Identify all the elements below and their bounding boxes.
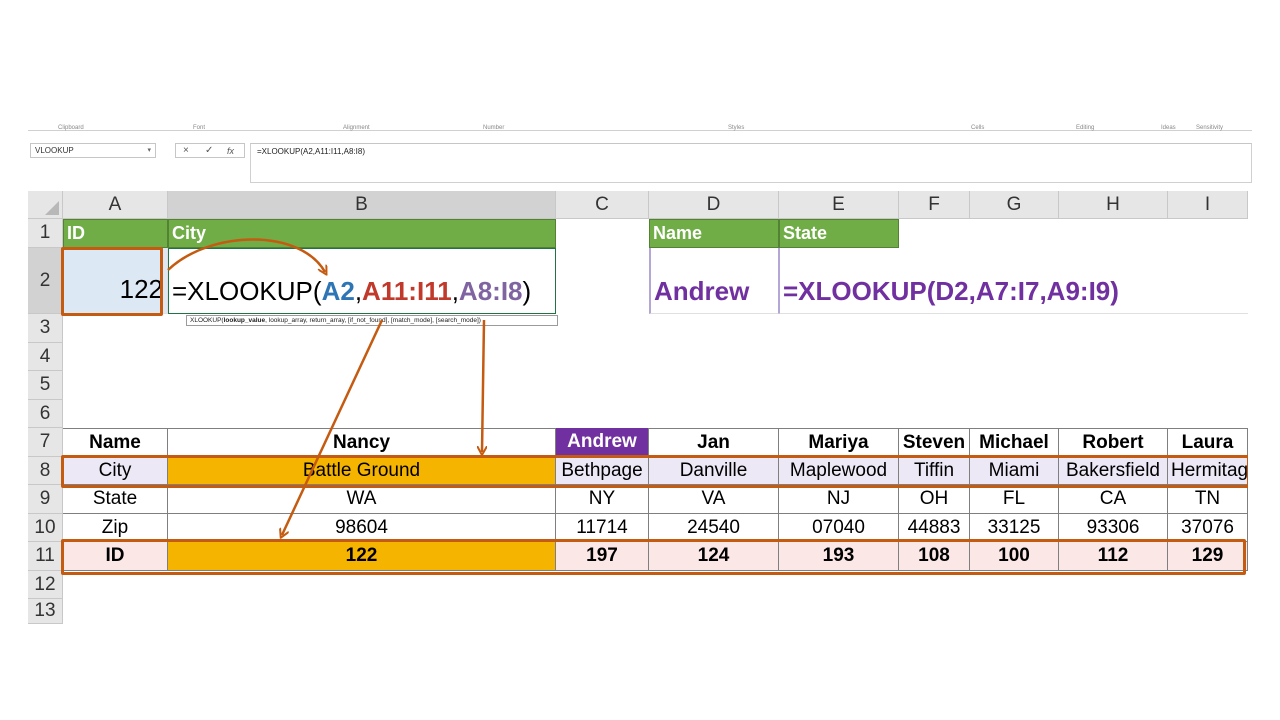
arrow-lookup-value (167, 238, 325, 273)
arrow-return-array (482, 319, 484, 452)
annotation-arrows (167, 238, 1280, 720)
arrow-lookup-array (282, 319, 384, 535)
